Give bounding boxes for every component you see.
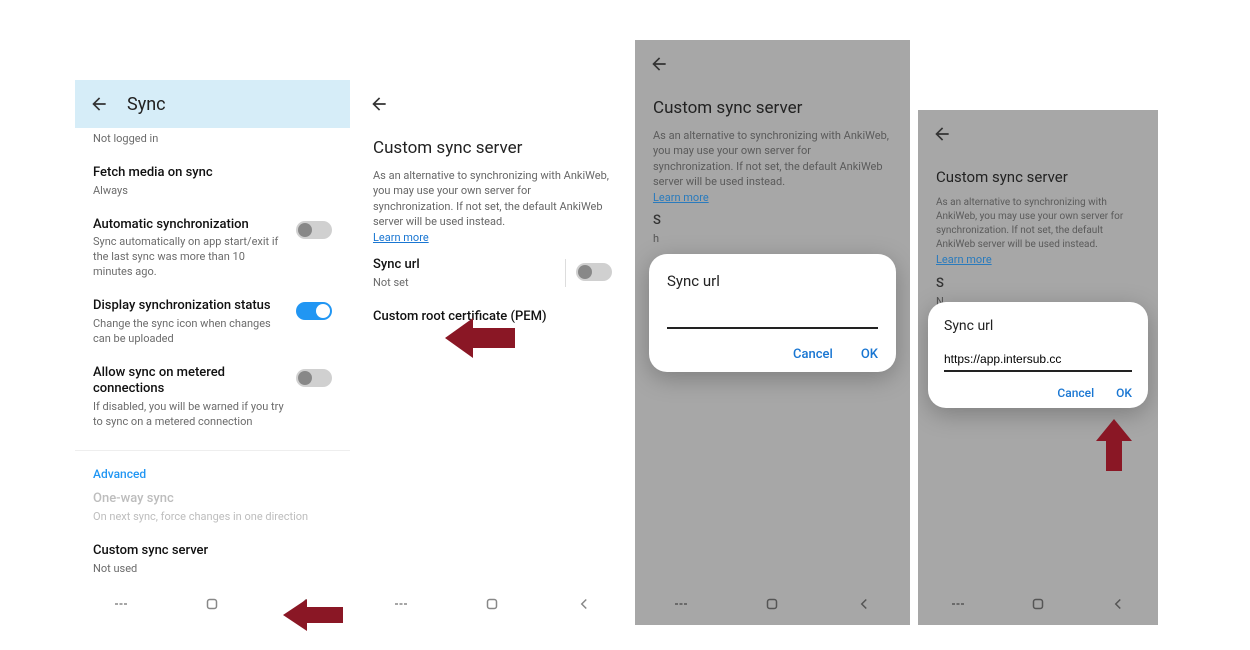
annotation-arrow-icon bbox=[283, 595, 343, 635]
metered-toggle[interactable] bbox=[296, 369, 332, 387]
ok-button[interactable]: OK bbox=[861, 347, 878, 362]
android-navbar bbox=[918, 587, 1158, 625]
dialog-title: Sync url bbox=[667, 272, 878, 290]
home-icon[interactable] bbox=[483, 595, 501, 617]
learn-more-link[interactable]: Learn more bbox=[653, 191, 709, 204]
page-title: Sync bbox=[127, 94, 166, 115]
recent-apps-icon[interactable] bbox=[112, 595, 130, 617]
phone-3-sync-url-dialog-empty: Custom sync server As an alternative to … bbox=[635, 40, 910, 625]
metered-row[interactable]: Allow sync on metered connections If dis… bbox=[75, 359, 350, 442]
back-arrow-icon[interactable] bbox=[932, 124, 952, 144]
not-logged-in-row: Not logged in bbox=[75, 128, 350, 159]
topbar bbox=[635, 40, 910, 88]
topbar: Sync bbox=[75, 80, 350, 128]
phone-1-sync-settings: Sync Not logged in Fetch media on sync A… bbox=[75, 80, 350, 625]
annotation-arrow-icon bbox=[1094, 419, 1134, 471]
cancel-button[interactable]: Cancel bbox=[1057, 386, 1094, 400]
phone-4-sync-url-dialog-filled: Custom sync server As an alternative to … bbox=[918, 110, 1158, 625]
back-arrow-icon[interactable] bbox=[649, 54, 669, 74]
display-status-row[interactable]: Display synchronization status Change th… bbox=[75, 292, 350, 359]
auto-sync-row[interactable]: Automatic synchronization Sync automatic… bbox=[75, 211, 350, 292]
background-row: S h bbox=[635, 211, 910, 259]
home-icon[interactable] bbox=[1029, 595, 1047, 617]
page-title: Custom sync server bbox=[918, 158, 1158, 190]
android-navbar bbox=[635, 587, 910, 625]
auto-sync-toggle[interactable] bbox=[296, 221, 332, 239]
android-navbar bbox=[355, 587, 630, 625]
sync-url-toggle[interactable] bbox=[576, 263, 612, 281]
fetch-media-row[interactable]: Fetch media on sync Always bbox=[75, 159, 350, 211]
ok-button[interactable]: OK bbox=[1116, 386, 1132, 400]
custom-sync-server-row[interactable]: Custom sync server Not used bbox=[75, 537, 350, 589]
back-arrow-icon[interactable] bbox=[369, 94, 389, 114]
annotation-arrow-icon bbox=[445, 315, 515, 361]
display-status-toggle[interactable] bbox=[296, 302, 332, 320]
recent-apps-icon[interactable] bbox=[392, 595, 410, 617]
page-title: Custom sync server bbox=[635, 88, 910, 122]
page-description: As an alternative to synchronizing with … bbox=[918, 190, 1158, 274]
page-title: Custom sync server bbox=[355, 128, 630, 162]
recent-apps-icon[interactable] bbox=[672, 595, 690, 617]
back-arrow-icon[interactable] bbox=[89, 94, 109, 114]
recent-apps-icon[interactable] bbox=[949, 595, 967, 617]
cancel-button[interactable]: Cancel bbox=[793, 347, 833, 362]
android-back-icon[interactable] bbox=[1109, 595, 1127, 617]
dialog-title: Sync url bbox=[944, 318, 1132, 334]
topbar bbox=[918, 110, 1158, 158]
divider bbox=[75, 450, 350, 451]
advanced-header: Advanced bbox=[75, 459, 350, 485]
sync-url-dialog: Sync url Cancel OK bbox=[928, 302, 1148, 408]
one-way-sync-row[interactable]: One-way sync On next sync, force changes… bbox=[75, 485, 350, 537]
page-description: As an alternative to synchronizing with … bbox=[635, 122, 910, 211]
sync-url-dialog: Sync url Cancel OK bbox=[649, 254, 896, 372]
android-back-icon[interactable] bbox=[575, 595, 593, 617]
learn-more-link[interactable]: Learn more bbox=[936, 253, 992, 266]
learn-more-link[interactable]: Learn more bbox=[373, 231, 429, 244]
android-back-icon[interactable] bbox=[855, 595, 873, 617]
topbar bbox=[355, 80, 630, 128]
home-icon[interactable] bbox=[203, 595, 221, 617]
sync-url-row[interactable]: Sync url Not set bbox=[355, 251, 630, 303]
page-description: As an alternative to synchronizing with … bbox=[355, 162, 630, 251]
home-icon[interactable] bbox=[763, 595, 781, 617]
sync-url-input[interactable] bbox=[944, 348, 1132, 372]
sync-url-input[interactable] bbox=[667, 304, 878, 329]
